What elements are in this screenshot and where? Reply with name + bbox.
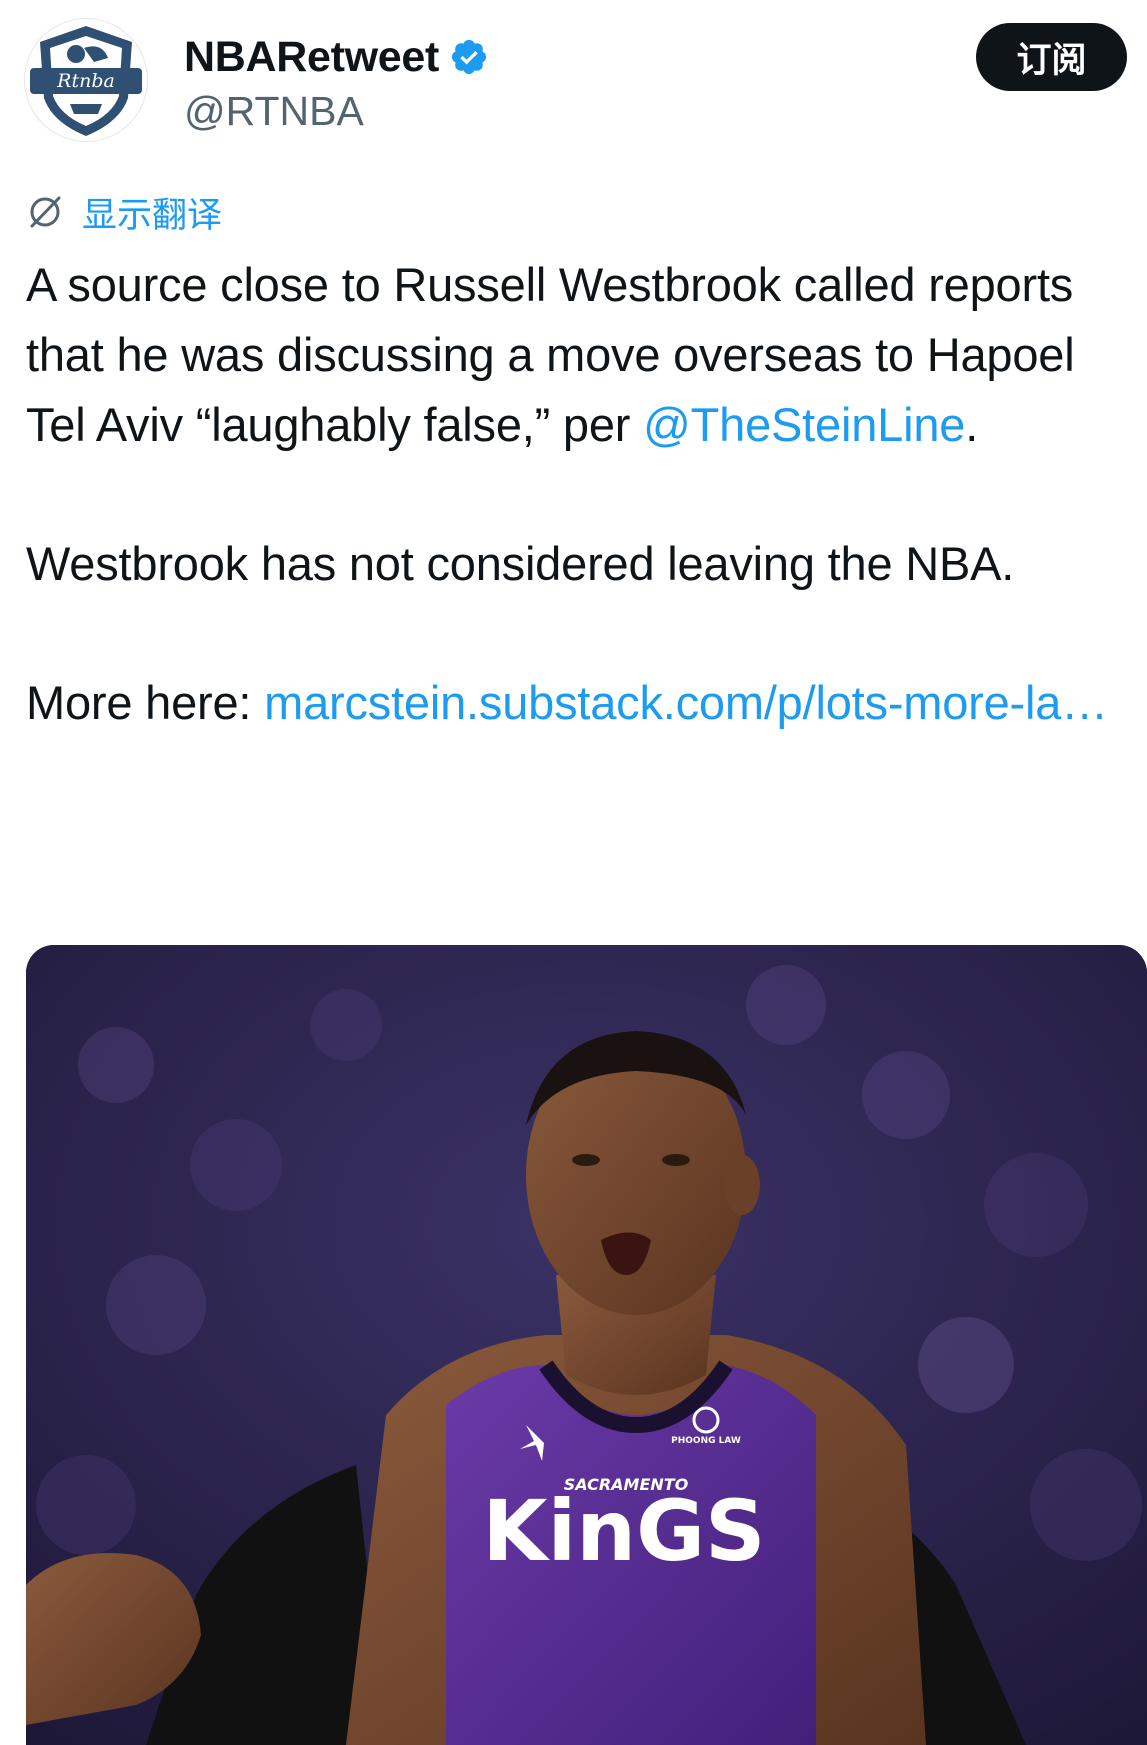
- author-handle[interactable]: @RTNBA: [184, 88, 364, 135]
- jersey-sponsor: PHOONG LAW: [671, 1436, 741, 1446]
- author-avatar[interactable]: Rtnba: [24, 18, 148, 142]
- tweet-media-photo[interactable]: SACRAMENTO KinGS PHOONG LAW: [26, 945, 1147, 1745]
- mention-link[interactable]: @TheSteinLine: [643, 398, 965, 451]
- player-photo: SACRAMENTO KinGS PHOONG LAW: [26, 945, 1147, 1745]
- tweet-paragraph-1-end: .: [965, 398, 979, 451]
- show-translation-label[interactable]: 显示翻译: [82, 187, 222, 238]
- verified-badge-icon: [451, 39, 487, 75]
- tweet-paragraph-2: Westbrook has not considered leaving the…: [26, 537, 1015, 590]
- rtnba-logo-icon: Rtnba: [28, 22, 144, 138]
- jersey-team-big: KinGS: [482, 1482, 765, 1580]
- tweet-header: Rtnba NBARetweet @RTNBA 订阅: [0, 0, 1147, 150]
- tweet-paragraph-1: A source close to Russell Westbrook call…: [26, 250, 1126, 460]
- show-translation-link[interactable]: 显示翻译: [26, 188, 222, 236]
- subscribe-button[interactable]: 订阅: [976, 23, 1127, 91]
- tweet-body: A source close to Russell Westbrook call…: [26, 250, 1126, 738]
- svg-text:Rtnba: Rtnba: [56, 70, 115, 92]
- article-url-link[interactable]: marcstein.substack.com/p/lots-more-la…: [264, 676, 1108, 729]
- author-name-row[interactable]: NBARetweet: [184, 30, 489, 84]
- translate-globe-icon: [30, 196, 61, 228]
- author-display-name[interactable]: NBARetweet: [184, 33, 439, 82]
- tweet-paragraph-3: More here: marcstein.substack.com/p/lots…: [26, 668, 1126, 738]
- more-here-label: More here:: [26, 676, 265, 729]
